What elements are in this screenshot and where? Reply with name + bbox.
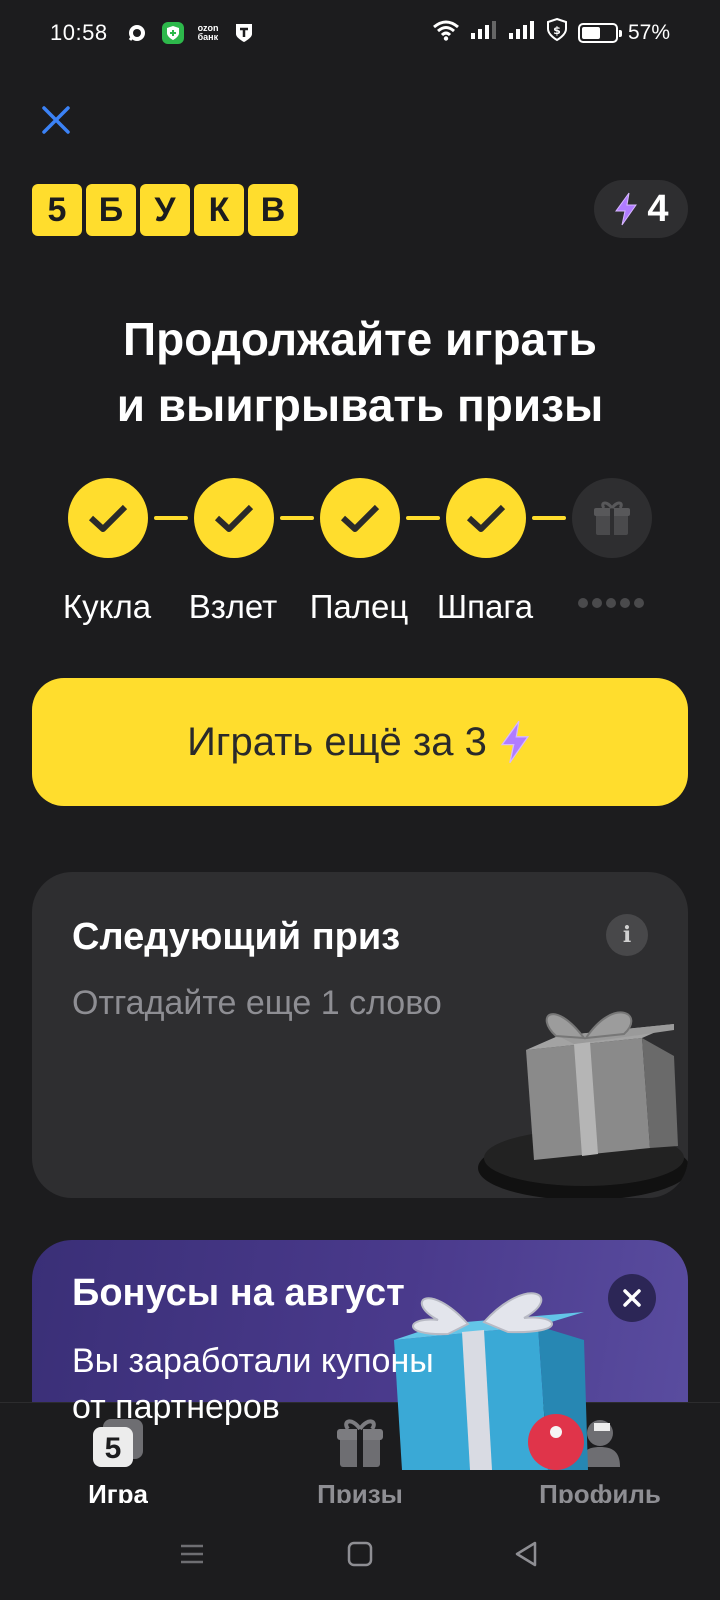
progress-connector (532, 516, 566, 520)
nav-label: Игра (88, 1479, 148, 1503)
word-progress (68, 478, 652, 558)
checkmark-icon (88, 504, 128, 532)
menu-icon (181, 1544, 203, 1564)
system-navigation (0, 1534, 720, 1574)
status-time: 10:58 (50, 20, 108, 45)
progress-step-label: Кукла (62, 588, 152, 625)
close-button[interactable] (36, 100, 76, 140)
progress-step-label: Взлет (188, 588, 278, 625)
play-again-label: Играть ещё за 3 (187, 719, 487, 764)
wifi-icon (432, 19, 460, 47)
logo-letter: Б (86, 184, 136, 236)
progress-step-done (446, 478, 526, 558)
vpn-shield-icon: $ (546, 17, 568, 48)
progress-step-done (320, 478, 400, 558)
back-icon (515, 1541, 537, 1567)
close-icon (623, 1289, 641, 1307)
progress-step-done (194, 478, 274, 558)
menu-button[interactable] (172, 1534, 212, 1574)
progress-step-locked (572, 478, 652, 558)
logo-letter: У (140, 184, 190, 236)
checkmark-icon (466, 504, 506, 532)
game-logo: 5 Б У К В (32, 184, 298, 236)
svg-text:$: $ (553, 24, 561, 37)
logo-letter: В (248, 184, 298, 236)
home-icon (347, 1541, 373, 1567)
progress-connector (406, 516, 440, 520)
close-icon (42, 106, 70, 134)
chat-icon (126, 22, 148, 44)
signal-icon (470, 19, 498, 47)
bonus-close-button[interactable] (608, 1274, 656, 1322)
bonus-subtitle: Вы заработали купоны от партнеров (72, 1342, 434, 1426)
ozon-bank-line2: банк (197, 32, 219, 42)
bonus-title: Бонусы на август (72, 1272, 405, 1314)
lightning-icon (615, 192, 638, 226)
progress-connector (154, 516, 188, 520)
next-prize-title: Следующий приз (72, 916, 401, 958)
page-title-line-2: и выигрывать призы (116, 379, 604, 431)
progress-step-label: Шпага (436, 588, 534, 625)
nav-label: Призы (317, 1479, 403, 1503)
logo-letter: 5 (32, 184, 82, 236)
battery-percent: 57% (627, 21, 670, 44)
home-button[interactable] (340, 1534, 380, 1574)
back-button[interactable] (506, 1534, 546, 1574)
next-prize-card[interactable]: Следующий приз Отгадайте еще 1 слово i (32, 872, 688, 1198)
svg-text:5: 5 (105, 1432, 122, 1465)
battery-icon (577, 23, 622, 43)
t-bank-icon (233, 22, 255, 44)
page-title: Продолжайте играть и выигрывать призы (0, 306, 720, 438)
battery-fill (581, 27, 601, 39)
status-right: $ 57% (432, 17, 670, 48)
signal-icon (508, 19, 536, 47)
lightning-icon (500, 720, 530, 764)
info-button[interactable]: i (606, 914, 648, 956)
page-title-line-1: Продолжайте играть (123, 313, 597, 365)
ozon-bank-icon: ozon банк (198, 24, 219, 42)
checkmark-icon (340, 504, 380, 532)
hidden-word-dots (578, 598, 644, 608)
info-icon: i (622, 922, 632, 948)
gift-illustration (478, 1011, 688, 1198)
progress-step-done (68, 478, 148, 558)
gift-icon (594, 501, 630, 535)
status-bar: 10:58 ozon банк $ 57% (0, 0, 720, 66)
logo-letter: К (194, 184, 244, 236)
progress-connector (280, 516, 314, 520)
play-again-button[interactable]: Играть ещё за 3 (32, 678, 688, 806)
checkmark-icon (214, 504, 254, 532)
next-prize-subtitle: Отгадайте еще 1 слово (72, 984, 442, 1022)
nav-label: Профиль (539, 1479, 661, 1503)
shield-plus-icon (161, 22, 184, 44)
status-notification-icons: ozon банк (126, 22, 255, 44)
progress-step-label: Палец (309, 588, 409, 625)
energy-count: 4 (647, 187, 669, 230)
energy-badge[interactable]: 4 (594, 180, 688, 238)
